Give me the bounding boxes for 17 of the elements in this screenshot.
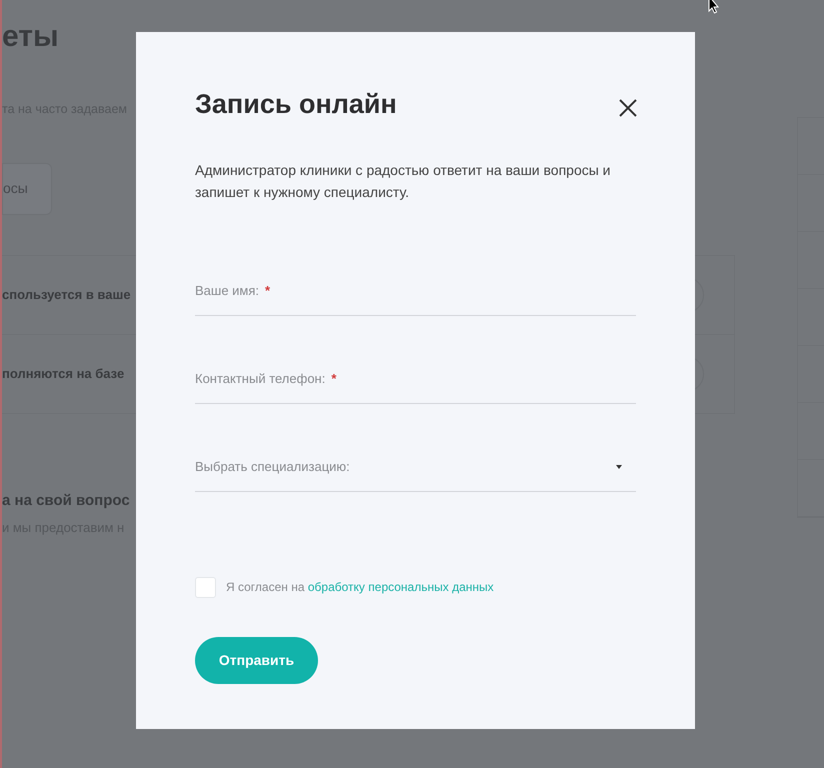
submit-button[interactable]: Отправить	[195, 636, 318, 684]
ask-heading: а на свой вопрос	[2, 490, 130, 511]
select-field[interactable]: Выбрать специализацию:	[195, 442, 636, 492]
input-field[interactable]: Ваше имя: *	[195, 266, 636, 316]
page-heading: еты	[2, 19, 59, 55]
input-field[interactable]: Контактный телефон: *	[195, 354, 636, 404]
close-icon	[619, 99, 637, 118]
dialog-description: Администратор клиники с радостью ответит на ваши вопросы и запишет к нужному специалисту.	[195, 160, 612, 202]
caret-icon	[616, 464, 622, 468]
faq-question: полняются на базе	[2, 365, 124, 383]
consent-checkbox[interactable]	[195, 576, 216, 598]
privacy-link[interactable]: обработку персональных данных	[308, 580, 494, 594]
close-button[interactable]	[618, 98, 638, 118]
consent-text: Я согласен на обработку персональных данных	[226, 579, 494, 596]
cursor-icon	[708, 0, 720, 14]
faq-question: спользуется в ваше	[2, 286, 131, 304]
dialog-title: Запись онлайн	[195, 88, 397, 121]
